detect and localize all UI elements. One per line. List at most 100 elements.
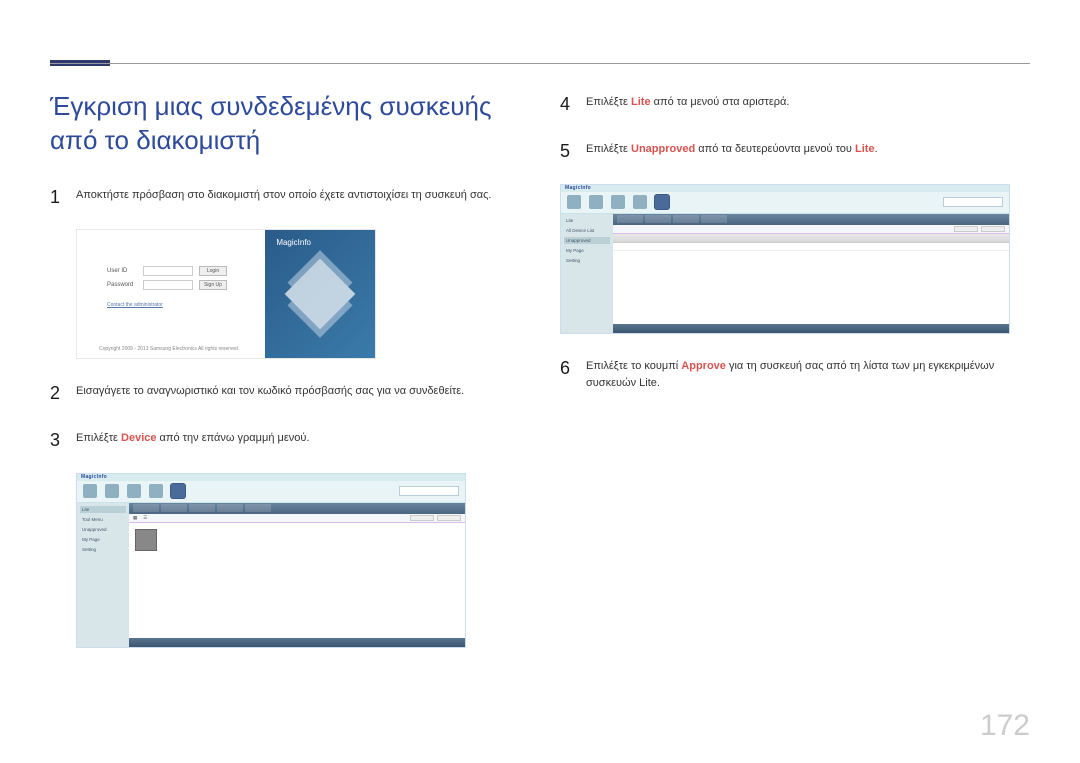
step-text: Αποκτήστε πρόσβαση στο διακομιστή στον ο… xyxy=(76,183,491,212)
sidebar-item[interactable]: All Device List xyxy=(564,227,610,234)
step5-mid: από τα δευτερεύοντα μενού του xyxy=(695,143,855,155)
sidebar-item[interactable]: Setting xyxy=(564,257,610,264)
sidebar-item[interactable]: My Page xyxy=(80,536,126,543)
toolbar-button[interactable] xyxy=(189,504,215,512)
sub-toolbar: ▦ ☰ xyxy=(129,514,465,523)
filter-input[interactable] xyxy=(954,226,978,232)
step4-suffix: από τα μενού στα αριστερά. xyxy=(651,96,790,108)
step-number: 3 xyxy=(50,426,62,455)
toolbar-icon[interactable] xyxy=(567,195,581,209)
step6-highlight: Approve xyxy=(681,360,726,372)
password-input[interactable] xyxy=(143,280,193,290)
filter-input[interactable] xyxy=(410,515,434,521)
step-number: 5 xyxy=(560,137,572,166)
step6-prefix: Επιλέξτε το κουμπί xyxy=(586,360,681,372)
step-number: 6 xyxy=(560,354,572,393)
table-header xyxy=(613,234,1009,243)
app-sidebar: Lite All Device List Unapproved My Page … xyxy=(561,214,613,333)
page-number: 172 xyxy=(980,709,1030,743)
app-brand: MagicInfo xyxy=(561,185,1009,192)
login-logo-panel xyxy=(265,230,375,358)
diamond-icon xyxy=(285,259,356,330)
view-toggle[interactable]: ▦ xyxy=(133,515,137,521)
app-footer xyxy=(129,638,465,647)
step-5: 5 Επιλέξτε Unapproved από τα δευτερεύοντ… xyxy=(560,137,1030,166)
search-input[interactable] xyxy=(399,486,459,496)
filter-button[interactable] xyxy=(437,515,461,521)
app-brand: MagicInfo xyxy=(77,474,465,481)
app-sidebar: Lite Tool Menu Unapproved My Page Settin… xyxy=(77,503,129,647)
toolbar-button[interactable] xyxy=(217,504,243,512)
step5-highlight2: Lite xyxy=(855,143,875,155)
sidebar-item[interactable]: My Page xyxy=(564,247,610,254)
user-id-input[interactable] xyxy=(143,266,193,276)
step-4: 4 Επιλέξτε Lite από τα μενού στα αριστερ… xyxy=(560,90,1030,119)
device-canvas xyxy=(129,523,465,638)
toolbar-button[interactable] xyxy=(133,504,159,512)
step-6: 6 Επιλέξτε το κουμπί Approve για τη συσκ… xyxy=(560,354,1030,393)
toolbar-icon[interactable] xyxy=(149,484,163,498)
filter-button[interactable] xyxy=(981,226,1005,232)
toolbar-button[interactable] xyxy=(701,215,727,223)
app-toolbar-icons xyxy=(561,192,1009,214)
toolbar-button[interactable] xyxy=(617,215,643,223)
device-thumbnail[interactable] xyxy=(135,529,157,551)
app-body: Lite Tool Menu Unapproved My Page Settin… xyxy=(77,503,465,647)
password-label: Password xyxy=(107,282,137,288)
sub-toolbar xyxy=(613,225,1009,234)
toolbar-icon[interactable] xyxy=(105,484,119,498)
sidebar-item[interactable]: Tool Menu xyxy=(80,516,126,523)
action-toolbar xyxy=(613,214,1009,225)
toolbar-icon[interactable] xyxy=(127,484,141,498)
right-column: 4 Επιλέξτε Lite από τα μενού στα αριστερ… xyxy=(560,90,1030,703)
sidebar-item-unapproved[interactable]: Unapproved xyxy=(564,237,610,244)
app-body: Lite All Device List Unapproved My Page … xyxy=(561,214,1009,333)
view-toggle[interactable]: ☰ xyxy=(143,515,147,521)
signup-button[interactable]: Sign Up xyxy=(199,280,227,290)
toolbar-button[interactable] xyxy=(645,215,671,223)
user-id-row: User ID Login xyxy=(107,266,227,276)
table-row[interactable] xyxy=(613,243,1009,251)
user-id-label: User ID xyxy=(107,268,137,274)
screenshot-app-device: MagicInfo Lite Tool Menu Unapproved My P… xyxy=(76,473,466,648)
toolbar-icon[interactable] xyxy=(83,484,97,498)
app-main xyxy=(613,214,1009,333)
step-text: Επιλέξτε Device από την επάνω γραμμή μεν… xyxy=(76,426,309,455)
app-footer xyxy=(613,324,1009,333)
section-title: Έγκριση μιας συνδεδεμένης συσκευής από τ… xyxy=(50,90,520,158)
step-3: 3 Επιλέξτε Device από την επάνω γραμμή μ… xyxy=(50,426,520,455)
step5-suffix: . xyxy=(875,143,878,155)
step-text: Επιλέξτε το κουμπί Approve για τη συσκευ… xyxy=(586,354,1030,393)
toolbar-icon-device[interactable] xyxy=(655,195,669,209)
login-button[interactable]: Login xyxy=(199,266,227,276)
contact-admin-link[interactable]: Contact the administrator xyxy=(107,302,163,308)
brand-text: MagicInfo xyxy=(276,238,311,247)
action-toolbar xyxy=(129,503,465,514)
toolbar-button[interactable] xyxy=(673,215,699,223)
toolbar-icon-device[interactable] xyxy=(171,484,185,498)
app-main: ▦ ☰ xyxy=(129,503,465,647)
toolbar-button[interactable] xyxy=(245,504,271,512)
app-toolbar-icons xyxy=(77,481,465,503)
step5-prefix: Επιλέξτε xyxy=(586,143,631,155)
screenshot-app-unapproved: MagicInfo Lite All Device List Unapprove… xyxy=(560,184,1010,334)
sidebar-item[interactable]: Lite xyxy=(80,506,126,513)
sidebar-item[interactable]: Lite xyxy=(564,217,610,224)
toolbar-button[interactable] xyxy=(161,504,187,512)
toolbar-icon[interactable] xyxy=(611,195,625,209)
device-table xyxy=(613,234,1009,324)
step4-highlight: Lite xyxy=(631,96,651,108)
sidebar-item[interactable]: Unapproved xyxy=(80,526,126,533)
step-1: 1 Αποκτήστε πρόσβαση στο διακομιστή στον… xyxy=(50,183,520,212)
screenshot-login: MagicInfo User ID Login Password Sign Up… xyxy=(76,229,376,359)
toolbar-icon[interactable] xyxy=(589,195,603,209)
step3-suffix: από την επάνω γραμμή μενού. xyxy=(157,432,310,444)
step3-highlight: Device xyxy=(121,432,156,444)
toolbar-icon[interactable] xyxy=(633,195,647,209)
step-text: Επιλέξτε Lite από τα μενού στα αριστερά. xyxy=(586,90,789,119)
sidebar-item[interactable]: Setting xyxy=(80,546,126,553)
step-number: 4 xyxy=(560,90,572,119)
header-rule xyxy=(50,63,1030,64)
search-input[interactable] xyxy=(943,197,1003,207)
step3-prefix: Επιλέξτε xyxy=(76,432,121,444)
